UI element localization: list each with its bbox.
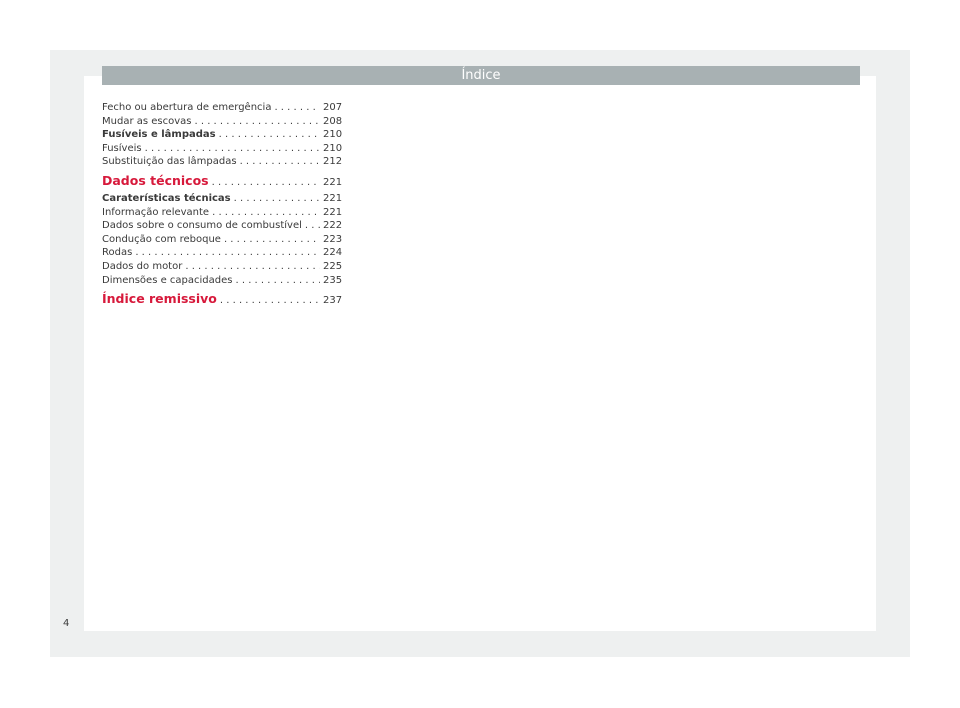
dot-leader [185, 260, 320, 274]
toc-entry-page: 221 [323, 206, 343, 218]
table-of-contents: Fecho ou abertura de emergência 207 Muda… [102, 101, 343, 312]
toc-entry-label: Fusíveis e lâmpadas [102, 129, 216, 141]
toc-entry[interactable]: Fecho ou abertura de emergência 207 [102, 101, 343, 115]
page-title: Índice [461, 68, 501, 83]
dot-leader [220, 290, 320, 312]
toc-entry-page: 235 [323, 274, 343, 286]
toc-section-entry[interactable]: Índice remissivo 237 [102, 288, 343, 312]
toc-entry-label: Substituição das lâmpadas [102, 156, 237, 168]
toc-entry-label: Fecho ou abertura de emergência [102, 102, 272, 113]
toc-entry[interactable]: Mudar as escovas 208 [102, 115, 343, 129]
toc-entry-label: Dimensões e capacidades [102, 274, 233, 286]
dot-leader [235, 274, 320, 288]
toc-entry-page: 208 [323, 115, 343, 127]
toc-entry-label: Dados do motor [102, 260, 183, 272]
toc-entry-label: Mudar as escovas [102, 115, 192, 127]
toc-entry-page: 237 [323, 295, 343, 307]
toc-entry-label: Caraterísticas técnicas [102, 192, 231, 204]
toc-entry-page: 224 [323, 247, 343, 259]
dot-leader [240, 155, 320, 169]
toc-section-label: Índice remissivo [102, 291, 217, 307]
dot-leader [145, 142, 320, 156]
toc-section-entry[interactable]: Dados técnicos 221 [102, 170, 343, 194]
dot-leader [219, 128, 320, 142]
toc-entry-page: 212 [323, 156, 343, 168]
toc-section-label: Dados técnicos [102, 172, 209, 188]
toc-entry-page: 225 [323, 260, 343, 272]
toc-entry-label: Informação relevante [102, 206, 210, 218]
dot-leader [274, 101, 320, 115]
toc-entry-label: Dados sobre o consumo de combustível [102, 220, 302, 232]
dot-leader [234, 192, 320, 206]
toc-entry-label: Rodas [102, 247, 133, 259]
dot-leader [194, 115, 320, 129]
toc-chapter-entry[interactable]: Caraterísticas técnicas 221 [102, 192, 343, 206]
dot-leader [305, 219, 320, 233]
toc-entry[interactable]: Fusíveis 210 [102, 142, 343, 156]
toc-chapter-entry[interactable]: Fusíveis e lâmpadas 210 [102, 128, 343, 142]
dot-leader [135, 246, 320, 260]
dot-leader [212, 172, 320, 194]
toc-entry-page: 223 [323, 233, 343, 245]
toc-entry-page: 221 [323, 176, 343, 188]
toc-entry[interactable]: Substituição das lâmpadas 212 [102, 155, 343, 169]
toc-entry-page: 221 [323, 192, 343, 204]
toc-entry-label: Condução com reboque [102, 233, 221, 245]
toc-entry[interactable]: Dados sobre o consumo de combustível 222 [102, 219, 343, 233]
toc-entry[interactable]: Rodas 224 [102, 246, 343, 260]
toc-entry[interactable]: Dimensões e capacidades 235 [102, 274, 343, 288]
toc-entry[interactable]: Dados do motor 225 [102, 260, 343, 274]
toc-entry-page: 207 [323, 102, 343, 113]
toc-entry[interactable]: Informação relevante 221 [102, 206, 343, 220]
toc-entry-page: 222 [323, 220, 343, 232]
toc-entry-label: Fusíveis [102, 142, 142, 154]
toc-entry[interactable]: Condução com reboque 223 [102, 233, 343, 247]
page-number: 4 [63, 618, 70, 629]
toc-entry-page: 210 [323, 142, 343, 154]
dot-leader [212, 206, 320, 220]
toc-entry-page: 210 [323, 129, 343, 141]
header-bar: Índice [102, 66, 860, 85]
dot-leader [224, 233, 320, 247]
